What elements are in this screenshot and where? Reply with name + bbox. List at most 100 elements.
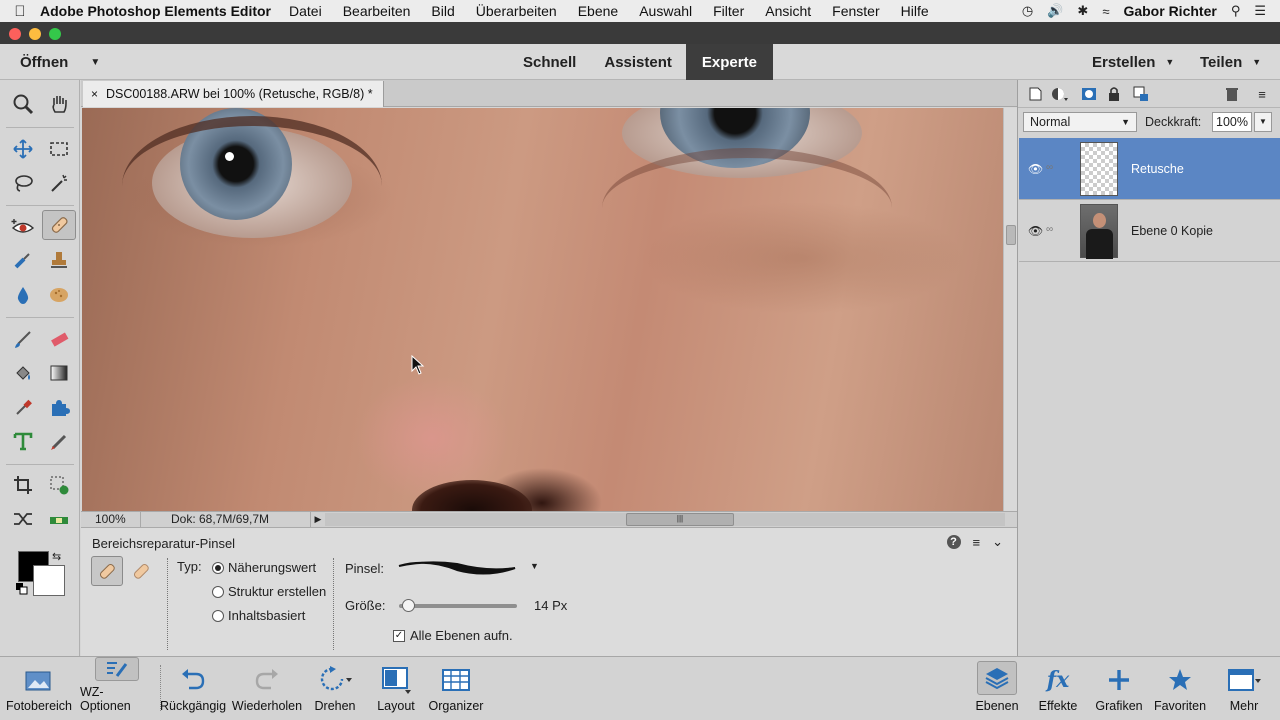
vertical-scroll-thumb[interactable] (1006, 225, 1016, 245)
custom-shape-tool[interactable] (42, 392, 76, 422)
healing-brush-mode-button[interactable] (125, 556, 157, 586)
type-option-content-aware[interactable]: Inhaltsbasiert (212, 608, 305, 623)
opacity-input[interactable]: 100% (1212, 112, 1252, 132)
redo-button[interactable]: Wiederholen (232, 657, 302, 719)
layer-mask-icon[interactable] (1080, 85, 1098, 103)
menu-bearbeiten[interactable]: Bearbeiten (343, 3, 411, 19)
layer-row-retusche[interactable]: 👁 ∞ Retusche (1019, 138, 1280, 200)
open-button[interactable]: Öffnen ▼ (20, 44, 100, 80)
share-button[interactable]: Teilen ▼ (1200, 44, 1261, 80)
clone-stamp-tool[interactable] (42, 245, 76, 275)
sample-all-layers-checkbox[interactable]: ✓ (393, 629, 405, 642)
brush-tool[interactable] (6, 324, 40, 354)
user-name[interactable]: Gabor Richter (1123, 3, 1216, 19)
undo-button[interactable]: Rückgängig (160, 657, 226, 719)
create-button[interactable]: Erstellen ▼ (1092, 44, 1174, 80)
menu-ansicht[interactable]: Ansicht (765, 3, 811, 19)
favorites-button[interactable]: Favoriten (1150, 657, 1210, 719)
app-name[interactable]: Adobe Photoshop Elements Editor (40, 3, 271, 19)
menu-ebene[interactable]: Ebene (578, 3, 618, 19)
vertical-scrollbar[interactable] (1003, 108, 1017, 511)
gradient-tool[interactable] (42, 358, 76, 388)
sponge-tool[interactable] (42, 280, 76, 310)
type-option-create-texture[interactable]: Struktur erstellen (212, 584, 326, 599)
smart-brush-tool[interactable] (6, 245, 40, 275)
swap-colors-icon[interactable]: ⇆ (52, 550, 61, 563)
menu-hilfe[interactable]: Hilfe (901, 3, 929, 19)
minimize-window-button[interactable] (29, 28, 41, 40)
text-tool[interactable] (6, 426, 40, 456)
opacity-dropdown-button[interactable]: ▼ (1254, 112, 1272, 132)
eraser-tool[interactable] (42, 324, 76, 354)
wifi-icon[interactable]: ≈ (1102, 4, 1109, 19)
adjustment-layer-icon[interactable] (1051, 85, 1069, 103)
recompose-tool[interactable] (42, 470, 76, 500)
link-icon[interactable]: ∞ (1046, 224, 1053, 235)
lock-transparency-icon[interactable] (1132, 85, 1150, 103)
size-slider[interactable] (399, 599, 517, 612)
magic-wand-tool[interactable] (42, 168, 76, 198)
mode-guided[interactable]: Assistent (590, 44, 686, 80)
close-icon[interactable]: × (91, 87, 98, 101)
visibility-eye-icon[interactable]: 👁 (1028, 162, 1043, 176)
trash-icon[interactable] (1223, 85, 1241, 103)
type-option-proximity[interactable]: Näherungswert (212, 560, 316, 575)
zoom-level[interactable]: 100% (81, 511, 141, 528)
crop-tool[interactable] (6, 470, 40, 500)
move-tool[interactable] (6, 134, 40, 164)
effects-button[interactable]: fx Effekte (1033, 657, 1083, 719)
layout-button[interactable]: Layout (370, 657, 422, 719)
graphics-button[interactable]: Grafiken (1092, 657, 1146, 719)
layers-button[interactable]: Ebenen (972, 657, 1022, 719)
more-button[interactable]: Mehr (1220, 657, 1268, 719)
status-menu-arrow-icon[interactable]: ▶ (311, 514, 325, 525)
tool-options-button[interactable]: WZ-Optionen (80, 657, 154, 719)
rotate-button[interactable]: Drehen (308, 657, 362, 719)
panel-menu-icon[interactable]: ≡ (1253, 85, 1271, 103)
document-tab[interactable]: × DSC00188.ARW bei 100% (Retusche, RGB/8… (83, 81, 384, 107)
panel-menu-icon[interactable]: ≡ (973, 535, 981, 550)
new-layer-icon[interactable] (1026, 85, 1044, 103)
zoom-tool[interactable] (6, 89, 40, 119)
lasso-tool[interactable] (6, 168, 40, 198)
notification-center-icon[interactable]: ☰ (1254, 3, 1266, 19)
layer-row-ebene-0-kopie[interactable]: 👁 ∞ Ebene 0 Kopie (1019, 200, 1280, 262)
paint-bucket-tool[interactable] (6, 358, 40, 388)
close-window-button[interactable] (9, 28, 21, 40)
menu-filter[interactable]: Filter (713, 3, 744, 19)
spot-healing-mode-button[interactable] (91, 556, 123, 586)
horizontal-scrollbar[interactable]: ||| (325, 513, 1005, 526)
photo-bin-button[interactable]: Fotobereich (6, 657, 72, 719)
radio-button[interactable] (212, 561, 224, 574)
spot-healing-brush-tool[interactable] (42, 210, 76, 240)
menu-auswahl[interactable]: Auswahl (639, 3, 692, 19)
bluetooth-icon[interactable]: ✱ (1077, 3, 1088, 19)
radio-button[interactable] (212, 585, 224, 598)
organizer-button[interactable]: Organizer (426, 657, 486, 719)
pencil-tool[interactable] (42, 426, 76, 456)
menu-ueberarbeiten[interactable]: Überarbeiten (476, 3, 557, 19)
menu-datei[interactable]: Datei (289, 3, 322, 19)
radio-button[interactable] (212, 609, 224, 622)
zoom-window-button[interactable] (49, 28, 61, 40)
blend-mode-select[interactable]: Normal ▼ (1023, 112, 1137, 132)
image-canvas[interactable] (82, 108, 1003, 511)
help-icon[interactable]: ? (946, 535, 961, 549)
hand-tool[interactable] (42, 89, 76, 119)
time-machine-icon[interactable]: ◷ (1022, 3, 1033, 19)
content-aware-move-tool[interactable] (6, 504, 40, 534)
red-eye-tool[interactable] (6, 212, 40, 242)
marquee-tool[interactable] (42, 134, 76, 164)
blur-tool[interactable] (6, 280, 40, 310)
straighten-tool[interactable] (42, 504, 76, 534)
spotlight-search-icon[interactable]: ⚲ (1231, 3, 1241, 19)
sample-all-layers-option[interactable]: ✓ Alle Ebenen aufn. (393, 628, 513, 643)
chevron-down-icon[interactable]: ▼ (530, 561, 539, 571)
apple-icon[interactable]:  (0, 3, 40, 20)
brush-preset-picker[interactable] (397, 556, 517, 580)
visibility-eye-icon[interactable]: 👁 (1028, 224, 1043, 238)
eyedropper-tool[interactable] (6, 392, 40, 422)
link-icon[interactable]: ∞ (1046, 162, 1053, 173)
horizontal-scroll-thumb[interactable]: ||| (626, 513, 734, 526)
mode-quick[interactable]: Schnell (509, 44, 590, 80)
